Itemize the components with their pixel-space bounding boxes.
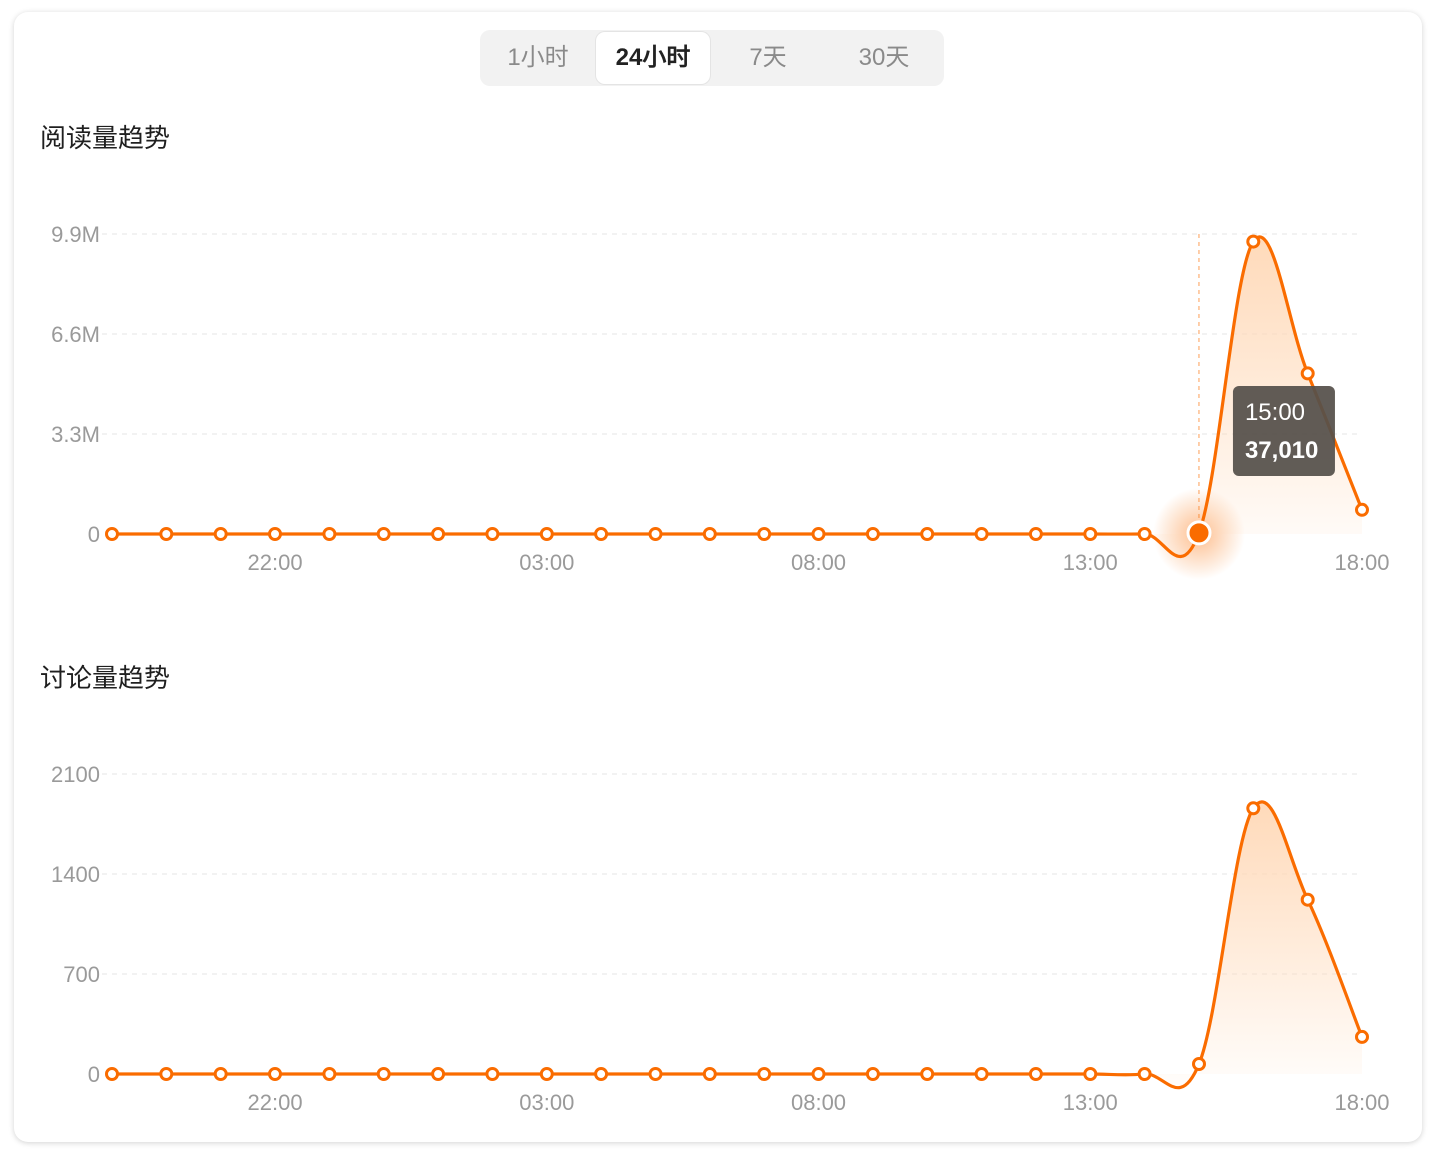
data-point <box>1028 527 1043 541</box>
tooltip-value: 37,010 <box>1245 437 1318 464</box>
data-point <box>1355 502 1369 517</box>
x-tick-label: 03:00 <box>519 1090 574 1115</box>
x-tick-label: 18:00 <box>1334 550 1389 575</box>
data-point <box>105 527 119 541</box>
y-tick-label: 1400 <box>51 862 100 887</box>
data-point <box>213 527 228 541</box>
series-area <box>112 801 1362 1088</box>
tab-30d[interactable]: 30天 <box>826 32 942 84</box>
y-tick-label: 0 <box>88 522 100 547</box>
data-point <box>1192 1057 1206 1071</box>
tab-24h[interactable]: 24小时 <box>596 32 710 84</box>
data-point <box>1137 1067 1152 1081</box>
data-point <box>1028 1067 1043 1081</box>
y-tick-label: 0 <box>88 1062 100 1087</box>
data-point-active <box>1186 520 1212 546</box>
y-tick-label: 700 <box>63 962 100 987</box>
discussions-trend-chart[interactable]: 0 700 1400 2100 22:00 03:00 08:00 13:00 18:00 <box>14 702 1422 1142</box>
data-point <box>1300 366 1315 381</box>
data-point <box>322 1067 337 1081</box>
data-point <box>1355 1029 1369 1044</box>
data-point <box>920 1067 935 1081</box>
reads-trend-title: 阅读量趋势 <box>40 123 171 153</box>
reads-trend-chart[interactable]: 0 3.3M 6.6M 9.9M 22:00 03:00 08:00 13:00 18:00 15… <box>14 162 1422 602</box>
data-point <box>648 527 663 541</box>
data-point <box>268 527 282 541</box>
data-point <box>431 527 446 541</box>
x-tick-label: 22:00 <box>248 550 303 575</box>
x-tick-label: 08:00 <box>791 550 846 575</box>
data-point <box>811 1067 826 1081</box>
data-point <box>594 527 609 541</box>
x-tick-label: 03:00 <box>519 550 574 575</box>
trend-card: 1小时 24小时 7天 30天 阅读量趋势 0 3.3M 6.6M 9.9M 22:00… <box>14 12 1422 1142</box>
data-point <box>376 1067 391 1081</box>
data-point <box>485 1067 500 1081</box>
data-point <box>648 1067 663 1081</box>
data-point <box>1246 801 1261 816</box>
tab-7d[interactable]: 7天 <box>712 32 824 84</box>
data-point <box>105 1067 119 1081</box>
data-point <box>702 1067 717 1081</box>
tooltip-time: 15:00 <box>1245 399 1305 426</box>
y-tick-label: 6.6M <box>51 322 100 347</box>
x-tick-label: 22:00 <box>248 1090 303 1115</box>
data-point <box>159 1067 174 1081</box>
data-point <box>1083 527 1098 541</box>
tab-1h[interactable]: 1小时 <box>482 32 594 84</box>
data-point <box>431 1067 446 1081</box>
data-point <box>159 527 174 541</box>
data-point <box>376 527 391 541</box>
data-point <box>865 1067 880 1081</box>
time-range-tabs: 1小时 24小时 7天 30天 <box>480 30 944 86</box>
data-point <box>1246 234 1261 249</box>
data-point <box>920 527 935 541</box>
data-point <box>322 527 337 541</box>
tooltip: 15:00 37,010 <box>1232 386 1335 476</box>
data-point <box>757 527 772 541</box>
data-point <box>539 1067 554 1081</box>
y-tick-label: 9.9M <box>51 222 100 247</box>
data-point <box>1137 527 1152 541</box>
data-point <box>974 527 989 541</box>
discussions-trend-title: 讨论量趋势 <box>40 663 171 693</box>
data-point <box>702 527 717 541</box>
data-point <box>811 527 826 541</box>
data-point <box>213 1067 228 1081</box>
data-point <box>485 527 500 541</box>
y-tick-label: 2100 <box>51 762 100 787</box>
data-point <box>865 527 880 541</box>
data-point <box>757 1067 772 1081</box>
data-point <box>268 1067 282 1081</box>
x-tick-label: 08:00 <box>791 1090 846 1115</box>
data-point <box>974 1067 989 1081</box>
x-tick-label: 13:00 <box>1063 550 1118 575</box>
data-point <box>539 527 554 541</box>
x-tick-label: 13:00 <box>1063 1090 1118 1115</box>
series-line <box>112 800 1364 1090</box>
data-point <box>1300 892 1315 907</box>
data-point <box>1083 1067 1098 1081</box>
x-tick-label: 18:00 <box>1334 1090 1389 1115</box>
y-tick-label: 3.3M <box>51 422 100 447</box>
data-point <box>594 1067 609 1081</box>
